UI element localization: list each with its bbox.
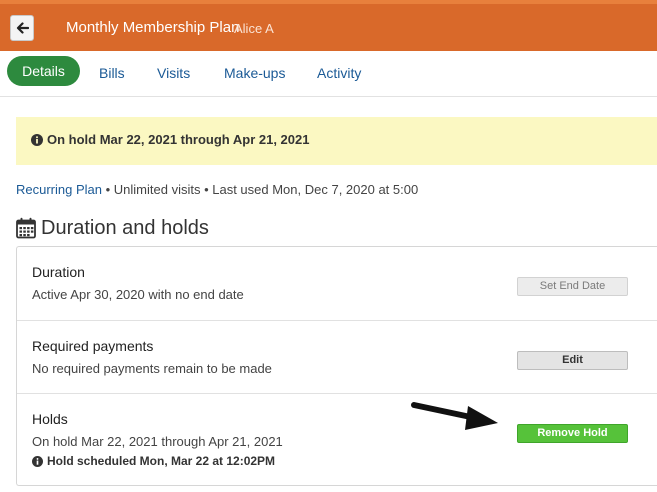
page-title: Monthly Membership Plan <box>66 19 240 36</box>
section-title: Duration and holds <box>41 216 209 239</box>
duration-row: Duration Active Apr 30, 2020 with no end… <box>17 247 657 320</box>
payments-row: Required payments No required payments r… <box>17 320 657 393</box>
edit-payments-button[interactable]: Edit <box>517 351 628 370</box>
tab-visits[interactable]: Visits <box>157 61 190 85</box>
calendar-icon <box>16 217 36 239</box>
payments-title: Required payments <box>32 338 154 354</box>
alert-text: On hold Mar 22, 2021 through Apr 21, 202… <box>47 132 310 147</box>
tab-make-ups[interactable]: Make-ups <box>224 61 285 85</box>
set-end-date-button[interactable]: Set End Date <box>517 277 628 296</box>
tab-bills[interactable]: Bills <box>99 61 125 85</box>
duration-subtitle: Active Apr 30, 2020 with no end date <box>32 287 244 302</box>
remove-hold-button[interactable]: Remove Hold <box>517 424 628 443</box>
section-heading: Duration and holds <box>16 215 209 241</box>
info-circle-icon <box>32 455 43 467</box>
duration-holds-card: Duration Active Apr 30, 2020 with no end… <box>16 246 657 486</box>
tab-bar: Details Bills Visits Make-ups Activity <box>0 51 657 97</box>
back-button[interactable] <box>10 15 34 41</box>
app-header: Monthly Membership Plan Alice A <box>0 0 657 51</box>
pointer-arrow-icon <box>411 402 498 430</box>
arrow-left-icon <box>16 22 29 34</box>
payments-subtitle: No required payments remain to be made <box>32 361 272 376</box>
hold-alert: On hold Mar 22, 2021 through Apr 21, 202… <box>16 117 657 165</box>
member-name: Alice A <box>234 21 274 36</box>
holds-row: Holds On hold Mar 22, 2021 through Apr 2… <box>17 393 657 487</box>
tab-details[interactable]: Details <box>7 56 80 86</box>
holds-title: Holds <box>32 411 68 427</box>
hold-scheduled-note: Hold scheduled Mon, Mar 22 at 12:02PM <box>32 454 275 468</box>
tab-activity[interactable]: Activity <box>317 61 361 85</box>
duration-title: Duration <box>32 264 85 280</box>
plan-meta: Recurring Plan • Unlimited visits • Last… <box>16 182 418 197</box>
holds-subtitle: On hold Mar 22, 2021 through Apr 21, 202… <box>32 434 283 449</box>
info-circle-icon <box>31 134 43 146</box>
recurring-plan-link[interactable]: Recurring Plan <box>16 182 102 197</box>
plan-meta-details: • Unlimited visits • Last used Mon, Dec … <box>102 182 419 197</box>
hold-scheduled-text: Hold scheduled Mon, Mar 22 at 12:02PM <box>47 454 276 468</box>
